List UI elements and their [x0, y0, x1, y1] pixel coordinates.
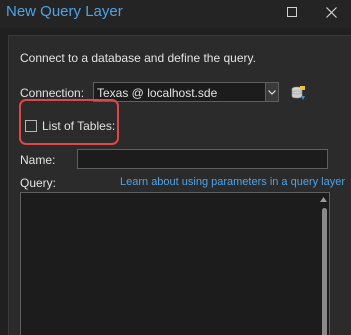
scroll-up-arrow-icon [319, 196, 327, 202]
dropdown-arrow-button[interactable] [265, 83, 278, 101]
database-connection-icon [291, 86, 305, 100]
connection-dropdown[interactable]: Texas @ localhost.sde [93, 82, 279, 102]
query-editor[interactable] [20, 192, 330, 335]
close-icon [325, 6, 337, 18]
connection-label: Connection: [20, 86, 85, 100]
intro-text: Connect to a database and define the que… [20, 51, 256, 65]
dialog-body: Connect to a database and define the que… [8, 35, 351, 335]
add-connection-button[interactable] [290, 85, 306, 101]
dialog-title: New Query Layer [6, 3, 123, 20]
chevron-down-icon [268, 89, 276, 95]
close-button[interactable] [313, 0, 349, 24]
new-query-layer-dialog: New Query Layer Connect to a database an… [0, 0, 351, 335]
annotation-highlight-box [19, 99, 119, 145]
name-field[interactable] [77, 149, 328, 169]
query-parameters-help-link[interactable]: Learn about using parameters in a query … [120, 176, 345, 188]
maximize-icon [287, 7, 297, 17]
vertical-scrollbar[interactable] [322, 208, 327, 335]
query-label: Query: [20, 176, 57, 190]
connection-value: Texas @ localhost.sde [97, 86, 218, 100]
name-label: Name: [20, 153, 56, 167]
maximize-button[interactable] [274, 0, 310, 24]
scroll-up-button[interactable] [319, 195, 327, 203]
title-bar: New Query Layer [0, 0, 351, 28]
